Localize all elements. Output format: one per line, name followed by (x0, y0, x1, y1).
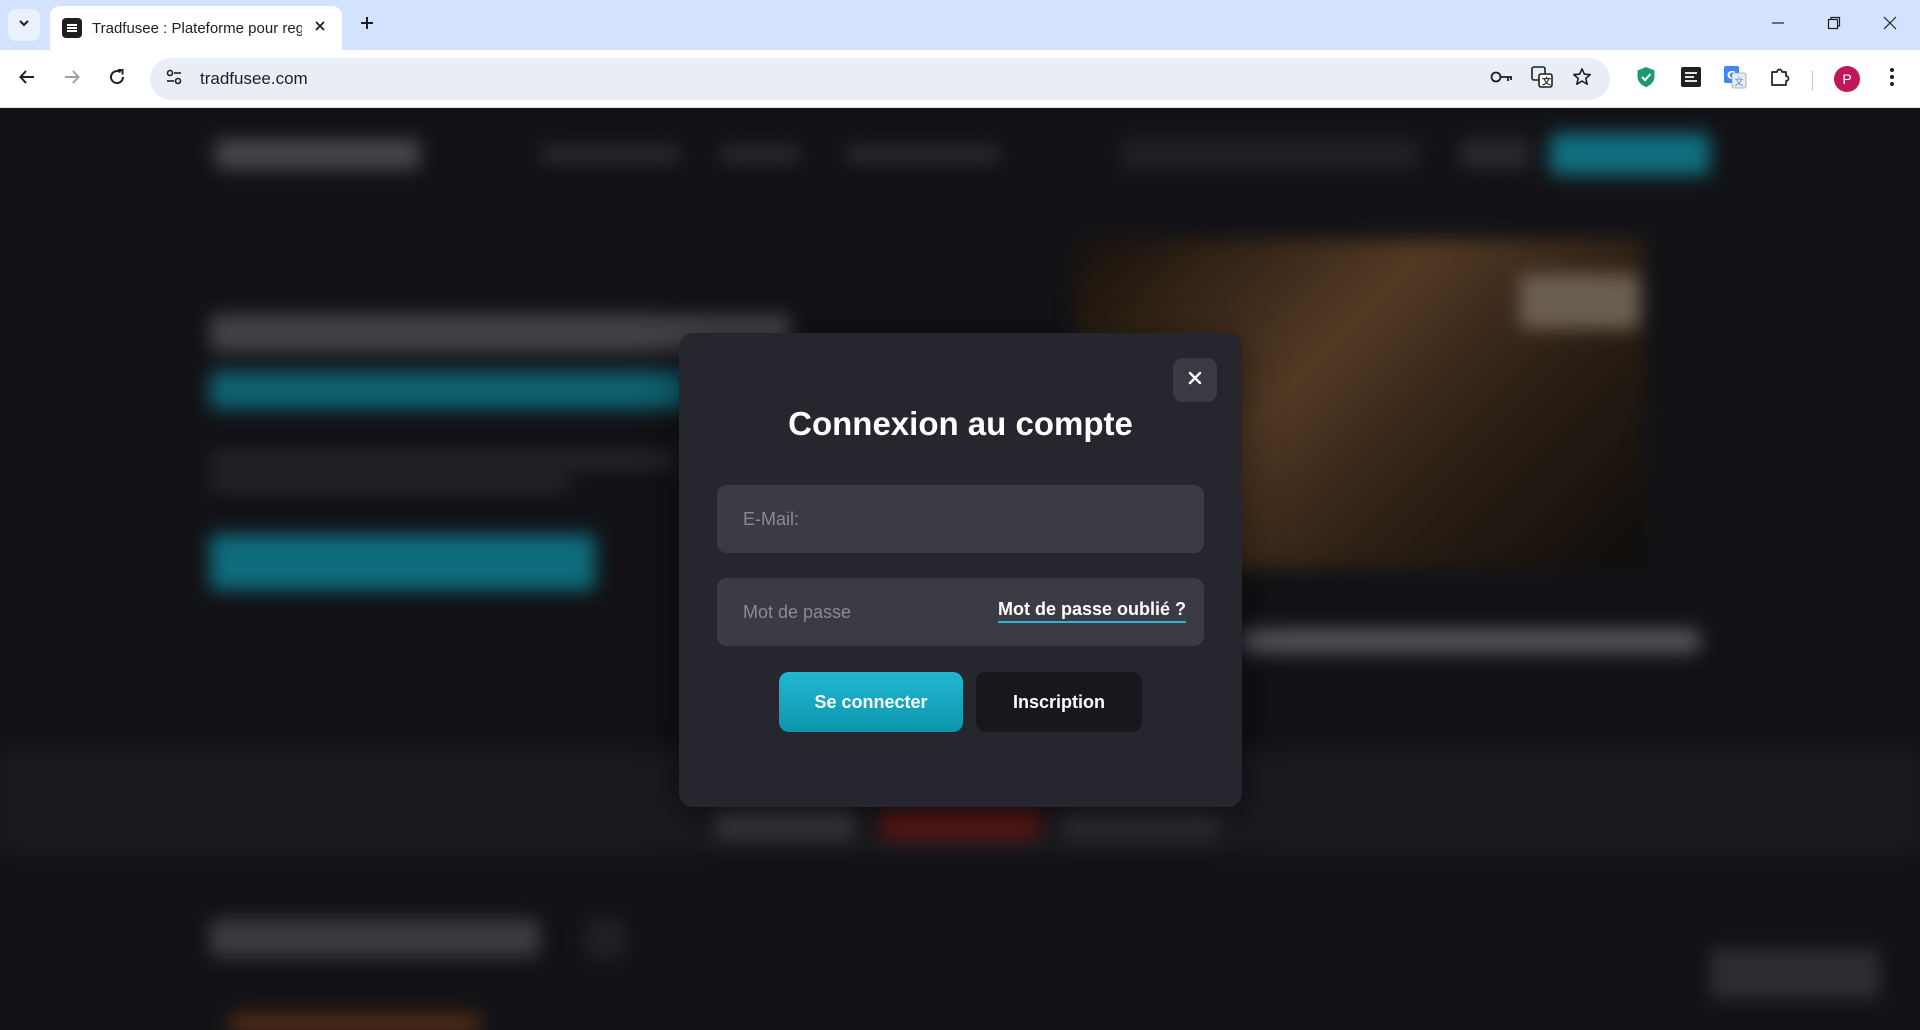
login-modal: Connexion au compte Mot de passe oublié … (679, 333, 1242, 807)
plus-icon (359, 15, 375, 36)
new-tab-button[interactable] (352, 10, 382, 40)
star-icon (1572, 67, 1592, 92)
url-text: tradfusee.com (200, 69, 308, 88)
reload-icon (108, 68, 126, 91)
minimize-icon (1771, 16, 1785, 35)
email-input[interactable] (717, 485, 1204, 553)
tab-close-button[interactable] (310, 18, 330, 38)
notes-extension-icon (1680, 66, 1702, 93)
window-close-button[interactable] (1862, 0, 1918, 50)
svg-text:文: 文 (1735, 76, 1744, 88)
tune-icon (165, 68, 183, 91)
forward-button[interactable] (54, 61, 90, 97)
forgot-password-link[interactable]: Mot de passe oublié ? (997, 599, 1186, 623)
google-translate-icon: G文 (1723, 65, 1747, 94)
modal-title: Connexion au compte (788, 405, 1133, 442)
login-button[interactable]: Se connecter (779, 672, 963, 732)
browser-toolbar: tradfusee.com 文 G文 P (0, 50, 1920, 108)
tradfusee-favicon-icon (62, 18, 82, 38)
restore-button[interactable] (1806, 0, 1862, 50)
translate-button[interactable]: 文 (1524, 61, 1560, 97)
address-bar[interactable]: tradfusee.com 文 (150, 58, 1610, 100)
shield-extension-button[interactable] (1628, 61, 1664, 97)
bookmark-button[interactable] (1564, 61, 1600, 97)
avatar: P (1834, 66, 1860, 92)
arrow-left-icon (18, 68, 36, 91)
svg-text:文: 文 (1541, 75, 1552, 87)
close-icon (1883, 16, 1897, 35)
tab-title: Tradfusee : Plateforme pour regarder (92, 19, 302, 37)
minimize-button[interactable] (1750, 0, 1806, 50)
tab-strip: Tradfusee : Plateforme pour regarder (0, 0, 1920, 50)
google-translate-extension-button[interactable]: G文 (1717, 61, 1753, 97)
site-info-button[interactable] (156, 61, 192, 97)
profile-button[interactable]: P (1829, 61, 1865, 97)
toolbar-divider (1812, 71, 1813, 91)
translate-icon: 文 (1531, 65, 1553, 93)
password-manager-button[interactable] (1484, 61, 1520, 97)
active-tab[interactable]: Tradfusee : Plateforme pour regarder (50, 6, 342, 50)
register-button[interactable]: Inscription (976, 672, 1142, 732)
chevron-down-icon (17, 16, 31, 35)
puzzle-icon (1769, 66, 1791, 93)
tab-search-button[interactable] (8, 9, 40, 41)
notes-extension-button[interactable] (1673, 61, 1709, 97)
back-button[interactable] (9, 61, 45, 97)
kebab-menu-icon (1889, 67, 1895, 92)
restore-icon (1827, 16, 1841, 35)
shield-extension-icon (1636, 66, 1656, 93)
key-icon (1490, 69, 1514, 90)
arrow-right-icon (63, 68, 81, 91)
email-field[interactable] (717, 485, 1204, 553)
browser-menu-button[interactable] (1874, 61, 1910, 97)
extensions-button[interactable] (1762, 61, 1798, 97)
reload-button[interactable] (99, 61, 135, 97)
password-field[interactable]: Mot de passe oublié ? (717, 578, 1204, 646)
close-icon (1188, 371, 1202, 390)
modal-close-button[interactable] (1173, 358, 1217, 402)
close-icon (314, 19, 326, 37)
